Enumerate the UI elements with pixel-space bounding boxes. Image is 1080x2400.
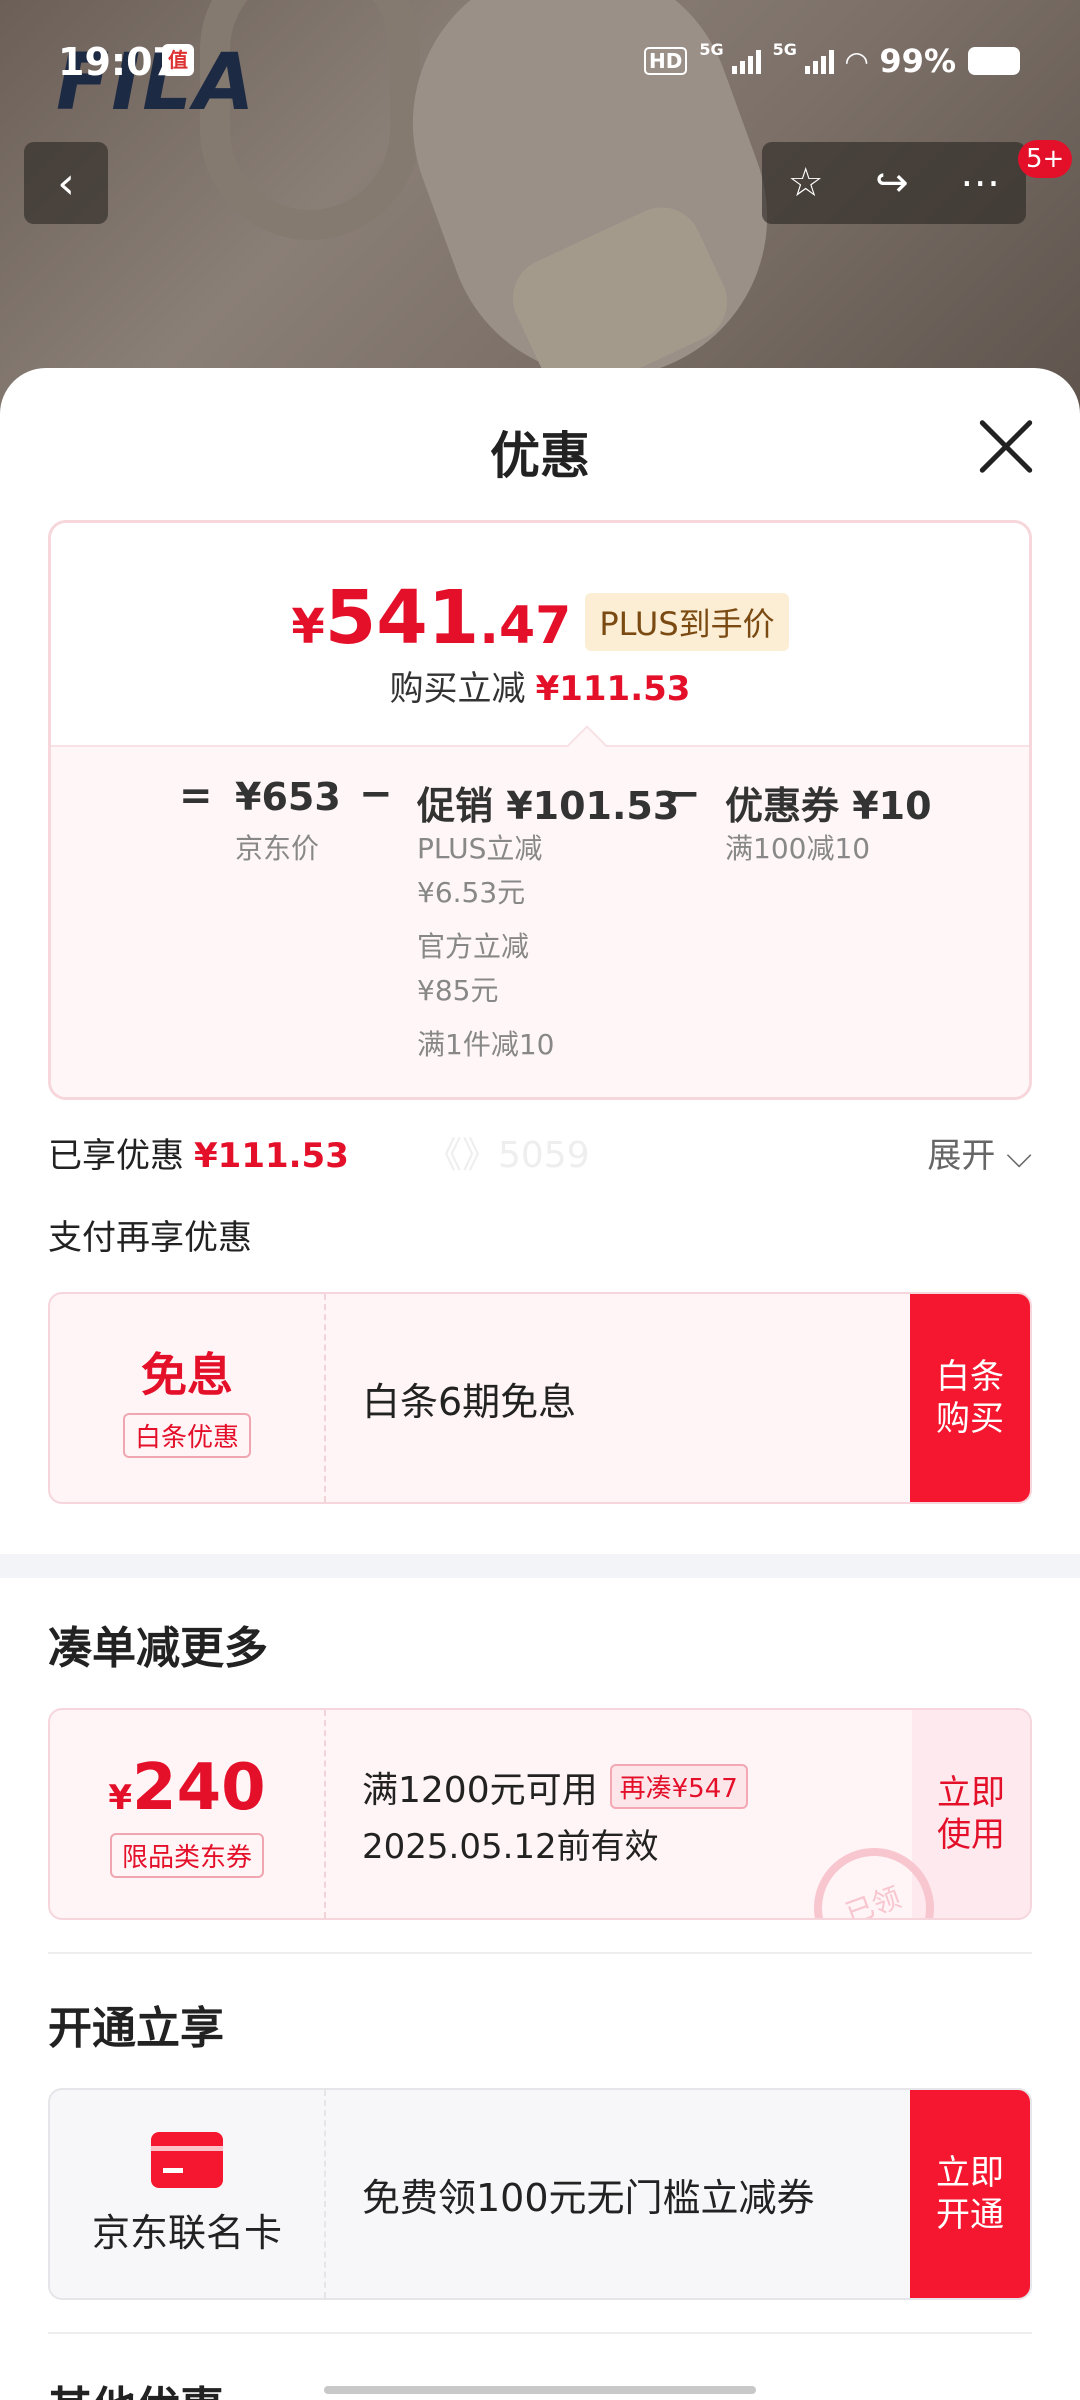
open-section-title: 开通立享	[48, 2003, 224, 2054]
price-currency: ¥	[291, 599, 325, 655]
baitiao-offer-card: 免息 白条优惠 白条6期免息 白条 购买	[48, 1292, 1032, 1504]
baitiao-badge: 免息 白条优惠	[50, 1294, 326, 1502]
button-line: 使用	[937, 1815, 1005, 1855]
reduction-label: 购买立减	[389, 669, 526, 709]
cobrand-card-name: 京东联名卡	[91, 2210, 282, 2255]
price-summary: ¥ 541 .47 PLUS到手价 购买立减 ¥111.53	[51, 523, 1029, 745]
back-button[interactable]: ‹	[24, 142, 108, 224]
share-icon[interactable]: ↪	[875, 160, 909, 206]
wifi-icon: ◠	[845, 44, 868, 78]
equals-sign: =	[179, 773, 213, 819]
promo-item: ¥85元	[417, 974, 499, 1007]
price-card: ¥ 541 .47 PLUS到手价 购买立减 ¥111.53 = ¥653 京东价…	[48, 520, 1032, 1100]
baitiao-tag: 白条优惠	[122, 1412, 251, 1458]
coupon-category-tag: 限品类东券	[109, 1832, 264, 1878]
baitiao-desc: 白条6期免息	[362, 1379, 577, 1424]
promo-item: ¥6.53元	[417, 876, 526, 909]
coupon-amount: ¥ 240	[108, 1751, 265, 1825]
coupon-condition: 满100减10	[725, 832, 871, 865]
coupon-currency: ¥	[108, 1777, 133, 1818]
expand-button[interactable]: 展开 ⌵	[927, 1128, 1032, 1177]
status-bar: 19:07 值 HD 5G 5G ◠ 99%	[0, 0, 1080, 120]
promo-item: 满1件减10	[417, 1028, 555, 1061]
hd-icon: HD	[643, 47, 688, 75]
promo-item: PLUS立减	[417, 832, 543, 865]
coupon-number: 240	[132, 1750, 266, 1825]
button-line: 立即	[937, 1773, 1005, 1813]
battery-icon	[968, 47, 1020, 75]
interest-free-label: 免息	[141, 1347, 233, 1402]
minus-sign: −	[667, 771, 701, 817]
network-label: 5G	[772, 39, 797, 59]
divider	[48, 2332, 1032, 2334]
signal-icon	[804, 48, 834, 74]
coupon-validity: 2025.05.12前有效	[362, 1826, 659, 1867]
cobrand-card-badge: 京东联名卡	[50, 2090, 326, 2298]
nav-actions: ☆ ↪ ⋯	[762, 142, 1026, 224]
back-arrow-icon: ‹	[57, 157, 75, 209]
network-label: 5G	[699, 39, 724, 59]
enjoyed-discount: 已享优惠 ¥111.53	[48, 1128, 349, 1177]
plus-price-tag: PLUS到手价	[585, 593, 789, 651]
cobrand-desc: 免费领100元无门槛立减券	[362, 2175, 815, 2220]
star-icon[interactable]: ☆	[788, 160, 824, 206]
status-time: 19:07	[58, 40, 179, 84]
divider	[48, 1952, 1032, 1954]
sheet-title: 优惠	[490, 427, 590, 485]
signal-icon	[731, 48, 761, 74]
coupon-condition-line: 满1200元可用 再凑¥547	[362, 1761, 912, 1813]
price-decimal: .47	[479, 596, 572, 656]
section-divider	[0, 1554, 1080, 1578]
jd-price-label: 京东价	[235, 832, 320, 865]
home-indicator[interactable]	[324, 2386, 756, 2394]
bundle-section-title: 凑单减更多	[48, 1623, 268, 1674]
enjoyed-amount: ¥111.53	[194, 1136, 349, 1176]
enjoyed-label: 已享优惠	[48, 1136, 184, 1176]
status-right: HD 5G 5G ◠ 99%	[643, 39, 1020, 80]
close-icon[interactable]	[976, 416, 1036, 476]
open-card-button[interactable]: 立即 开通	[910, 2090, 1030, 2298]
button-line: 开通	[936, 2195, 1004, 2235]
button-line: 购买	[936, 1399, 1004, 1439]
battery-level: 99%	[879, 42, 956, 80]
more-icon[interactable]: ⋯	[960, 160, 1000, 206]
button-line: 白条	[936, 1357, 1004, 1397]
cobrand-card-offer: 京东联名卡 免费领100元无门槛立减券 立即 开通	[48, 2088, 1032, 2300]
button-line: 立即	[936, 2153, 1004, 2193]
other-section-title: 其他优惠	[48, 2372, 224, 2400]
message-badge: 5+	[1018, 140, 1073, 178]
watermark: 《》5059	[426, 1135, 590, 1176]
purchase-reduction: 购买立减 ¥111.53	[51, 661, 1029, 710]
price-integer: 541	[324, 575, 480, 661]
card-icon	[151, 2131, 223, 2188]
price-breakdown: = ¥653 京东价 − 促销 ¥101.53 PLUS立减 ¥6.53元 官方…	[51, 725, 1029, 1097]
promo-total: 促销 ¥101.53	[417, 784, 680, 828]
bundle-coupon-card: ¥ 240 限品类东券 满1200元可用 再凑¥547 2025.05.12前有…	[48, 1708, 1032, 1920]
minus-sign: −	[359, 771, 393, 817]
baitiao-desc-area: 白条6期免息	[326, 1294, 910, 1502]
add-more-tag: 再凑¥547	[609, 1764, 748, 1809]
baitiao-buy-button[interactable]: 白条 购买	[910, 1294, 1030, 1502]
coupon-value: ¥ 240 限品类东券	[50, 1710, 326, 1918]
pay-more-label: 支付再享优惠	[48, 1218, 252, 1258]
jd-price: ¥653	[235, 775, 341, 819]
coupon-condition: 满1200元可用	[362, 1769, 598, 1811]
reduction-amount: ¥111.53	[535, 669, 691, 709]
notification-icon: 值	[162, 44, 194, 76]
final-price: ¥ 541 .47 PLUS到手价	[51, 575, 1029, 661]
promo-item: 官方立减	[417, 930, 530, 963]
coupon-total: 优惠券 ¥10	[725, 784, 932, 828]
cobrand-desc-area: 免费领100元无门槛立减券	[326, 2090, 910, 2298]
